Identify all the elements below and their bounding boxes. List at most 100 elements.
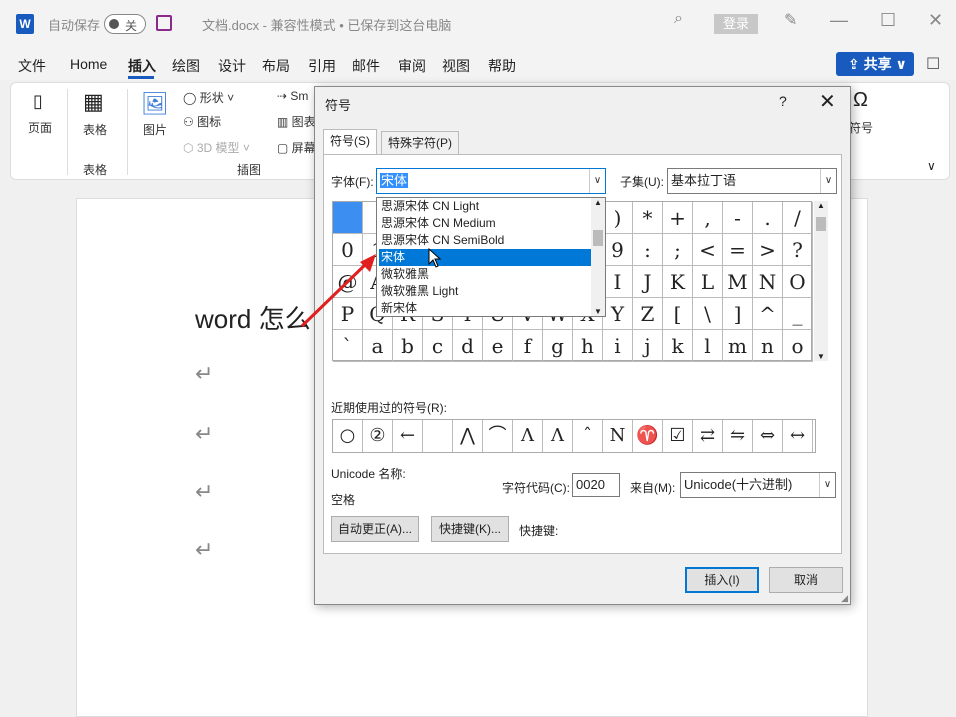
symbol-cell[interactable]: ) xyxy=(603,202,633,234)
save-icon[interactable] xyxy=(156,15,172,31)
grid-scrollbar[interactable]: ▲ ▼ xyxy=(814,201,828,361)
symbol-cell[interactable]: * xyxy=(633,202,663,234)
font-dropdown-list[interactable]: 思源宋体 CN Light 思源宋体 CN Medium 思源宋体 CN Sem… xyxy=(376,197,606,317)
cancel-button[interactable]: 取消 xyxy=(769,567,843,593)
comments-icon[interactable]: ☐ xyxy=(926,54,940,74)
symbol-cell[interactable]: - xyxy=(723,202,753,234)
menu-home[interactable]: Home xyxy=(70,56,107,72)
recent-symbol-cell[interactable]: ○ xyxy=(333,420,363,452)
symbol-cell[interactable]: : xyxy=(633,234,663,266)
symbol-cell[interactable]: \ xyxy=(693,298,723,330)
picture-icon[interactable]: 🖼 xyxy=(141,91,169,117)
search-icon[interactable]: ⌕ xyxy=(674,10,683,28)
menu-mailings[interactable]: 邮件 xyxy=(352,56,380,76)
recent-symbol-cell[interactable]: Λ xyxy=(543,420,573,452)
picture-label[interactable]: 图片 xyxy=(143,121,167,138)
recent-symbol-cell[interactable]: ⇔ xyxy=(753,420,783,452)
recent-symbol-cell[interactable]: ☑ xyxy=(663,420,693,452)
menu-draw[interactable]: 绘图 xyxy=(172,56,200,76)
font-option[interactable]: 思源宋体 CN Light xyxy=(379,198,591,215)
symbol-cell[interactable]: Z xyxy=(633,298,663,330)
symbol-cell[interactable]: ? xyxy=(783,234,813,266)
symbol-cell[interactable]: b xyxy=(393,330,423,362)
symbol-cell[interactable]: n xyxy=(753,330,783,362)
close-window-icon[interactable]: ✕ xyxy=(928,10,943,31)
menu-insert[interactable]: 插入 xyxy=(128,56,156,76)
menu-references[interactable]: 引用 xyxy=(308,56,336,76)
symbol-cell[interactable]: J xyxy=(633,266,663,298)
symbol-cell[interactable]: < xyxy=(693,234,723,266)
menu-layout[interactable]: 布局 xyxy=(262,56,290,76)
tab-symbols[interactable]: 符号(S) xyxy=(323,129,377,155)
recent-symbols-row[interactable]: ○ ② ← ⋀ ⌒ Λ Λ ˆ N ♈ ☑ ⇄ ⇋ ⇔ ↔ xyxy=(332,419,816,453)
symbol-cell[interactable]: c xyxy=(423,330,453,362)
recent-symbol-cell[interactable]: Λ xyxy=(513,420,543,452)
minimize-icon[interactable]: — xyxy=(830,10,848,31)
table-icon[interactable]: ▦ xyxy=(83,89,104,115)
font-option[interactable]: 新宋体 xyxy=(379,300,591,317)
symbol-cell[interactable]: f xyxy=(513,330,543,362)
designer-icon[interactable]: ✎ xyxy=(784,10,797,30)
symbol-label[interactable]: 符号 xyxy=(849,119,873,136)
symbol-cell[interactable]: _ xyxy=(783,298,813,330)
symbol-cell[interactable]: Y xyxy=(603,298,633,330)
autocorrect-button[interactable]: 自动更正(A)... xyxy=(331,516,419,542)
menu-file[interactable]: 文件 xyxy=(18,56,46,76)
font-option[interactable]: 思源宋体 CN SemiBold xyxy=(379,232,591,249)
subset-combo[interactable]: 基本拉丁语 ∨ xyxy=(667,168,837,194)
symbol-cell[interactable]: L xyxy=(693,266,723,298)
recent-symbol-cell[interactable]: N xyxy=(603,420,633,452)
ribbon-collapse-icon[interactable]: ∨ xyxy=(927,159,936,173)
symbol-cell[interactable]: K xyxy=(663,266,693,298)
symbol-cell[interactable]: = xyxy=(723,234,753,266)
recent-symbol-cell[interactable]: ⌒ xyxy=(483,420,513,452)
page-label[interactable]: 页面 xyxy=(28,119,52,136)
char-code-input[interactable]: 0020 xyxy=(572,473,620,497)
symbol-cell[interactable]: O xyxy=(783,266,813,298)
insert-button[interactable]: 插入(I) xyxy=(685,567,759,593)
font-combo[interactable]: 宋体 ∨ xyxy=(376,168,606,194)
shortcut-key-button[interactable]: 快捷键(K)... xyxy=(431,516,509,542)
recent-symbol-cell[interactable] xyxy=(423,420,453,452)
document-text[interactable]: word 怎么 xyxy=(195,299,311,336)
smartart-button[interactable]: ⇢ Sm xyxy=(277,89,308,103)
symbol-cell[interactable]: m xyxy=(723,330,753,362)
symbol-cell[interactable]: o xyxy=(783,330,813,362)
recent-symbol-cell[interactable]: ← xyxy=(393,420,423,452)
menu-help[interactable]: 帮助 xyxy=(488,56,516,76)
recent-symbol-cell[interactable]: ˆ xyxy=(573,420,603,452)
login-button[interactable]: 登录 xyxy=(714,14,758,34)
font-option[interactable]: 微软雅黑 xyxy=(379,266,591,283)
menu-design[interactable]: 设计 xyxy=(218,56,246,76)
scroll-down-icon[interactable]: ▼ xyxy=(594,307,602,316)
symbol-cell[interactable]: I xyxy=(603,266,633,298)
symbol-cell[interactable]: ] xyxy=(723,298,753,330)
from-combo[interactable]: Unicode(十六进制) ∨ xyxy=(680,472,836,498)
help-button[interactable]: ? xyxy=(779,93,787,109)
symbol-cell[interactable] xyxy=(333,202,363,234)
screenshot-button[interactable]: ▢ 屏幕 xyxy=(277,139,316,156)
symbol-cell[interactable]: @ xyxy=(333,266,363,298)
dialog-close-button[interactable]: ✕ xyxy=(819,89,836,114)
recent-symbol-cell[interactable]: ⇄ xyxy=(693,420,723,452)
dropdown-scrollbar[interactable]: ▲ ▼ xyxy=(591,198,605,316)
recent-symbol-cell[interactable]: ⋀ xyxy=(453,420,483,452)
symbol-cell[interactable]: g xyxy=(543,330,573,362)
autosave-toggle[interactable]: 关 xyxy=(104,14,146,34)
symbol-cell[interactable]: . xyxy=(753,202,783,234)
symbol-cell[interactable]: N xyxy=(753,266,783,298)
chart-button[interactable]: ▥ 图表 xyxy=(277,113,316,130)
symbol-cell[interactable]: > xyxy=(753,234,783,266)
symbol-cell[interactable]: a xyxy=(363,330,393,362)
resize-grip-icon[interactable]: ◢ xyxy=(841,593,848,604)
symbol-cell[interactable]: 9 xyxy=(603,234,633,266)
font-option[interactable]: 微软雅黑 Light xyxy=(379,283,591,300)
symbol-cell[interactable]: [ xyxy=(663,298,693,330)
share-button[interactable]: ⇪ 共享 ∨ xyxy=(836,52,914,76)
symbol-cell[interactable]: + xyxy=(663,202,693,234)
symbol-cell[interactable]: l xyxy=(693,330,723,362)
symbol-icon[interactable]: Ω xyxy=(853,89,868,112)
menu-view[interactable]: 视图 xyxy=(442,56,470,76)
tab-special-characters[interactable]: 特殊字符(P) xyxy=(381,131,459,155)
symbol-cell[interactable]: ` xyxy=(333,330,363,362)
